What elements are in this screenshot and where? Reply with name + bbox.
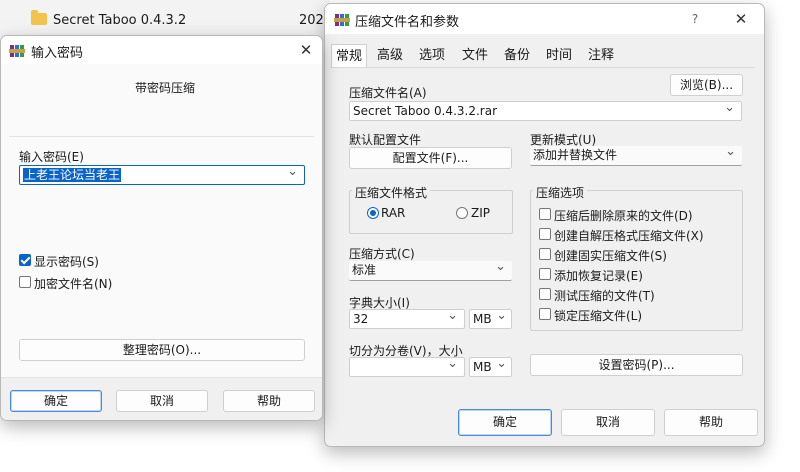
encrypt-filenames-checkbox[interactable]: [19, 276, 31, 288]
dictionary-size-select[interactable]: 32: [349, 309, 465, 329]
tab-advanced[interactable]: 高级: [373, 44, 407, 68]
tab-time[interactable]: 时间: [542, 44, 576, 68]
password-ok-button[interactable]: 确定: [10, 390, 102, 412]
encrypt-filenames-label[interactable]: 加密文件名(N): [34, 275, 112, 292]
password-input-value: 上老王论坛当老王: [23, 168, 122, 182]
format-rar-label[interactable]: RAR: [381, 206, 405, 220]
password-titlebar: 输入密码 ✕: [1, 36, 322, 64]
option-sfx-checkbox[interactable]: [539, 228, 551, 240]
archive-dialog-title: 压缩文件名和参数: [355, 15, 460, 30]
tab-comment[interactable]: 注释: [584, 44, 618, 68]
split-unit-select[interactable]: MB: [469, 355, 512, 377]
close-icon[interactable]: ✕: [731, 9, 751, 29]
password-input[interactable]: 上老王论坛当老王: [19, 165, 305, 185]
archive-ok-button[interactable]: 确定: [458, 409, 552, 436]
option-delete-after-checkbox[interactable]: [539, 208, 551, 220]
archive-name-label: 压缩文件名(A): [349, 86, 427, 100]
archive-titlebar: 压缩文件名和参数 ? ✕: [325, 4, 764, 34]
password-footer: 确定 取消 帮助: [1, 377, 322, 420]
show-password-label[interactable]: 显示密码(S): [34, 253, 99, 270]
close-icon[interactable]: ✕: [296, 40, 316, 60]
update-mode-select[interactable]: 添加并替换文件: [530, 146, 742, 166]
organize-passwords-button[interactable]: 整理密码(O)...: [19, 339, 305, 361]
password-body: 带密码压缩 输入密码(E) 上老王论坛当老王 显示密码(S) 加密文件名(N) …: [1, 64, 322, 384]
archive-name-input[interactable]: Secret Taboo 0.4.3.2.rar: [349, 101, 742, 121]
general-panel: 压缩文件名(A) 浏览(B)... Secret Taboo 0.4.3.2.r…: [330, 67, 755, 405]
split-volumes-input[interactable]: [349, 357, 465, 377]
option-solid-label[interactable]: 创建固实压缩文件(S): [554, 247, 667, 264]
compression-method-label: 压缩方式(C): [349, 247, 415, 261]
tab-options[interactable]: 选项: [415, 44, 449, 68]
enter-password-label: 输入密码(E): [19, 150, 84, 164]
show-password-checkbox[interactable]: [19, 254, 31, 266]
folder-icon: [31, 10, 47, 25]
option-lock-label[interactable]: 锁定压缩文件(L): [554, 307, 642, 324]
help-icon[interactable]: ?: [685, 9, 705, 29]
format-zip-label[interactable]: ZIP: [471, 206, 490, 220]
password-subtitle: 带密码压缩: [135, 81, 196, 95]
archiving-options-title: 压缩选项: [533, 184, 588, 201]
option-test-label[interactable]: 测试压缩的文件(T): [554, 287, 655, 304]
tab-backup[interactable]: 备份: [500, 44, 534, 68]
set-password-button[interactable]: 设置密码(P)...: [530, 354, 743, 376]
option-recovery-checkbox[interactable]: [539, 268, 551, 280]
option-recovery-label[interactable]: 添加恢复记录(E): [554, 267, 643, 284]
winrar-icon: [9, 43, 25, 59]
explorer-file-name: Secret Taboo 0.4.3.2: [53, 13, 187, 28]
archive-format-title: 压缩文件格式: [352, 184, 431, 201]
tab-files[interactable]: 文件: [458, 44, 492, 68]
option-lock-checkbox[interactable]: [539, 308, 551, 320]
option-test-checkbox[interactable]: [539, 288, 551, 300]
option-delete-after-label[interactable]: 压缩后删除原来的文件(D): [554, 207, 693, 224]
archive-dialog: 压缩文件名和参数 ? ✕ 常规 高级 选项 文件 备份 时间 注释 压缩文件名(…: [324, 3, 765, 447]
format-zip-radio[interactable]: [456, 207, 468, 219]
option-sfx-label[interactable]: 创建自解压格式压缩文件(X): [554, 227, 704, 244]
dictionary-unit-select[interactable]: MB: [469, 307, 512, 329]
divider: [9, 136, 314, 137]
winrar-icon: [334, 12, 350, 28]
profiles-button[interactable]: 配置文件(F)...: [349, 147, 512, 169]
compression-method-select[interactable]: 标准: [349, 261, 512, 281]
format-rar-radio[interactable]: [367, 207, 379, 219]
password-cancel-button[interactable]: 取消: [116, 390, 208, 412]
browse-button[interactable]: 浏览(B)...: [670, 74, 743, 96]
archive-footer: 确定 取消 帮助: [325, 403, 764, 446]
archive-cancel-button[interactable]: 取消: [561, 409, 655, 436]
password-dialog: 输入密码 ✕ 带密码压缩 输入密码(E) 上老王论坛当老王 显示密码(S) 加密…: [0, 35, 323, 421]
tab-general[interactable]: 常规: [331, 44, 367, 68]
archive-help-button[interactable]: 帮助: [664, 409, 758, 436]
default-profile-label: 默认配置文件: [349, 133, 422, 147]
password-help-button[interactable]: 帮助: [223, 390, 315, 412]
password-dialog-title: 输入密码: [31, 46, 84, 61]
option-solid-checkbox[interactable]: [539, 248, 551, 260]
